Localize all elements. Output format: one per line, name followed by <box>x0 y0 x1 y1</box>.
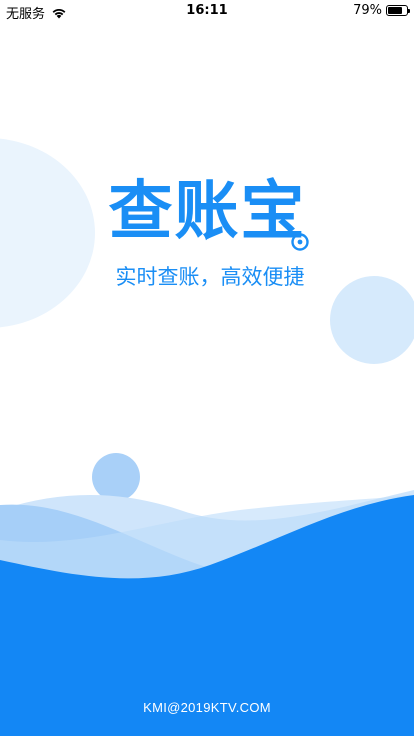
coin-badge-icon <box>291 233 309 251</box>
battery-percent: 79% <box>353 3 382 18</box>
decor-circle-right <box>330 276 414 364</box>
status-time: 16:11 <box>186 3 228 18</box>
footer-email: KMI@2019KTV.COM <box>143 700 271 715</box>
wave-background <box>0 490 414 736</box>
app-slogan: 实时查账，高效便捷 <box>115 265 305 289</box>
status-bar: 无服务 16:11 79% <box>0 0 414 22</box>
battery-icon <box>386 5 410 16</box>
splash-screen: 无服务 16:11 79% 查账宝 实时查账，高效便捷 KMI@2019KTV.… <box>0 0 414 736</box>
app-logo-title: 查账宝 <box>108 175 307 249</box>
battery-fill <box>388 7 402 14</box>
decor-circle-left <box>0 138 95 328</box>
status-battery: 79% <box>353 3 410 18</box>
